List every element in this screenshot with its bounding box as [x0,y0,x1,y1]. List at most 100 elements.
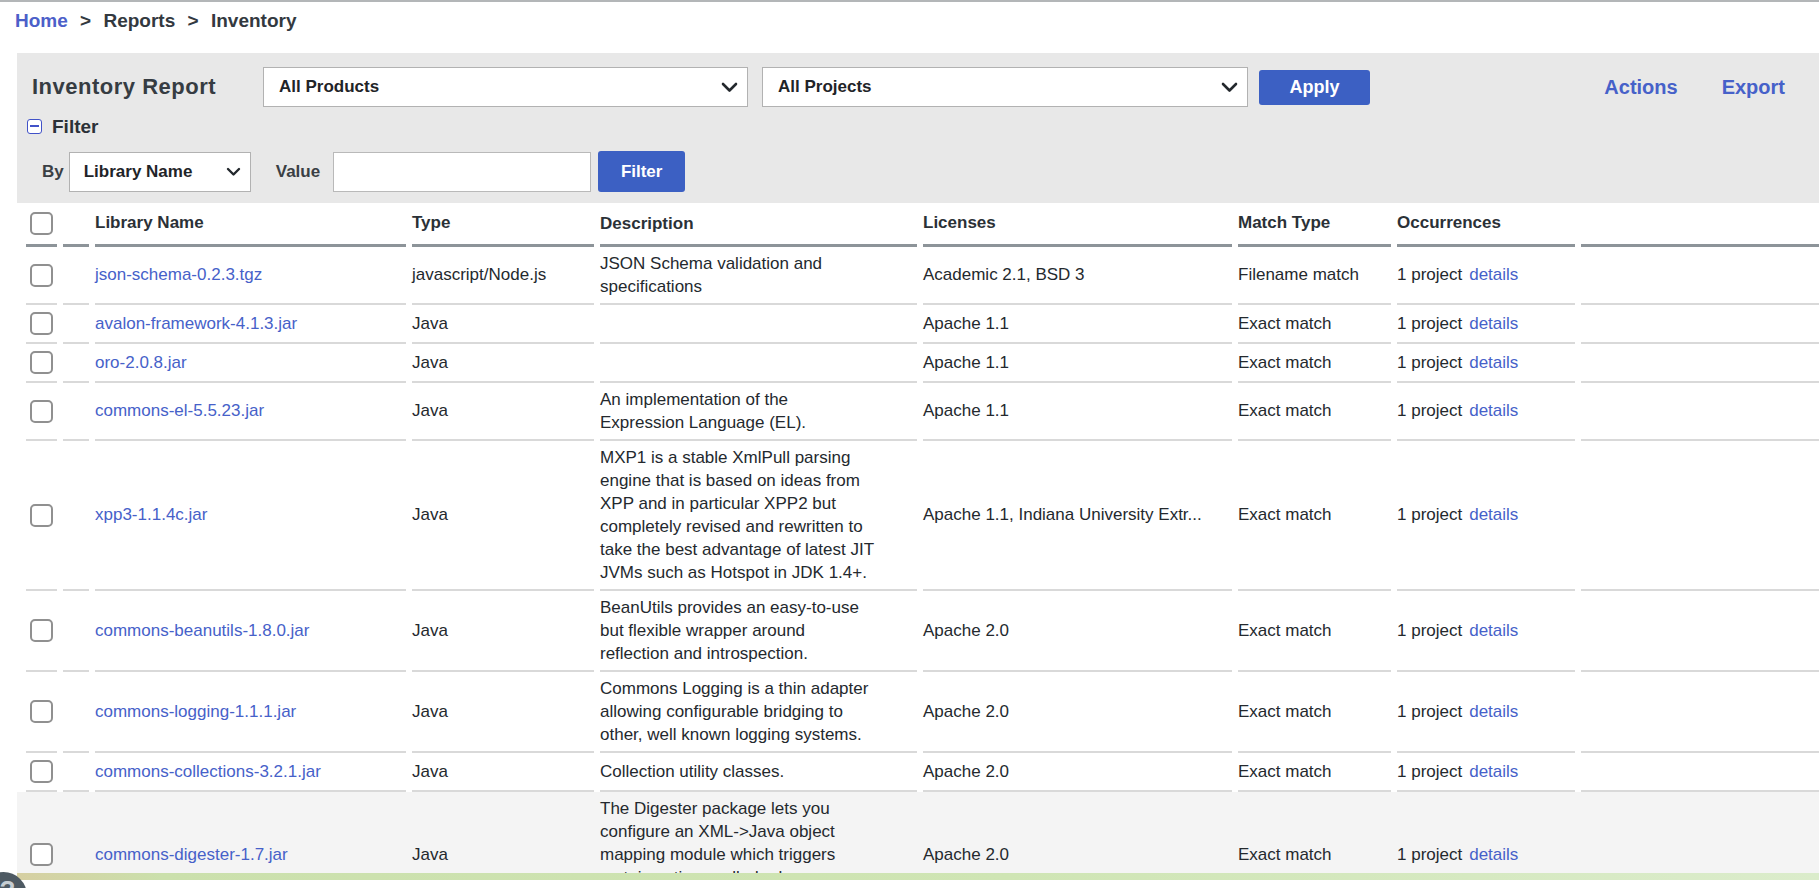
row-checkbox[interactable] [30,504,53,527]
filter-by-select-value: Library Name [84,162,193,182]
filter-value-input[interactable] [333,152,591,192]
occurrences-cell: 1 project details [1397,441,1575,591]
row-checkbox[interactable] [30,843,53,866]
licenses-cell: Apache 2.0 [923,591,1232,672]
licenses-cell: Apache 1.1, Indiana University Extr... [923,441,1232,591]
type-cell: Java [412,344,594,383]
collapse-filter-icon[interactable] [27,119,42,134]
type-cell: Java [412,305,594,344]
description-cell: BeanUtils provides an easy-to-use but fl… [600,591,917,672]
description-cell: Collection utility classes. [600,753,917,792]
export-link[interactable]: Export [1722,76,1785,99]
column-header-licenses[interactable]: Licenses [923,202,1232,247]
row-checkbox[interactable] [30,312,53,335]
licenses-cell: Apache 2.0 [923,792,1232,879]
filter-button[interactable]: Filter [598,151,685,192]
projects-select[interactable]: All Projects [762,67,1248,107]
details-link[interactable]: details [1469,314,1518,334]
row-spacer [63,247,89,305]
column-header-occurrences[interactable]: Occurrences [1397,202,1575,247]
details-link[interactable]: details [1469,353,1518,373]
details-link[interactable]: details [1469,265,1518,285]
details-link[interactable]: details [1469,621,1518,641]
details-link[interactable]: details [1469,505,1518,525]
products-select[interactable]: All Products [263,67,748,107]
table-row: commons-el-5.5.23.jar Java An implementa… [17,383,1819,441]
type-cell: Java [412,441,594,591]
breadcrumb: Home > Reports > Inventory [0,2,1819,32]
row-filler [1581,247,1819,305]
chevron-down-icon [1221,82,1238,93]
breadcrumb-inventory: Inventory [211,10,297,31]
match-type-cell: Exact match [1238,441,1391,591]
library-name-link[interactable]: oro-2.0.8.jar [95,353,187,373]
library-name-link[interactable]: json-schema-0.2.3.tgz [95,265,262,285]
row-checkbox[interactable] [30,619,53,642]
row-checkbox[interactable] [30,700,53,723]
description-cell: MXP1 is a stable XmlPull parsing engine … [600,441,917,591]
library-name-link[interactable]: xpp3-1.1.4c.jar [95,505,207,525]
details-link[interactable]: details [1469,762,1518,782]
breadcrumb-separator: > [181,10,206,31]
match-type-cell: Exact match [1238,792,1391,879]
library-name-link[interactable]: commons-digester-1.7.jar [95,845,288,865]
description-cell [600,305,917,344]
table-row: commons-collections-3.2.1.jar Java Colle… [17,753,1819,792]
details-link[interactable]: details [1469,401,1518,421]
occurrences-count: 1 project [1397,401,1462,421]
occurrences-count: 1 project [1397,762,1462,782]
occurrences-cell: 1 project details [1397,247,1575,305]
table-row: xpp3-1.1.4c.jar Java MXP1 is a stable Xm… [17,441,1819,591]
inventory-table: Library Name Type Description Licenses M… [17,202,1819,879]
row-checkbox[interactable] [30,400,53,423]
licenses-cell: Apache 1.1 [923,383,1232,441]
library-name-link[interactable]: commons-el-5.5.23.jar [95,401,264,421]
type-cell: Java [412,383,594,441]
row-checkbox[interactable] [30,760,53,783]
bottom-highlight-strip [17,873,1819,880]
column-header-match-type[interactable]: Match Type [1238,202,1391,247]
row-spacer [63,344,89,383]
type-cell: Java [412,753,594,792]
description-cell: The Digester package lets you configure … [600,792,917,879]
row-filler [1581,383,1819,441]
library-name-link[interactable]: commons-collections-3.2.1.jar [95,762,321,782]
occurrences-count: 1 project [1397,265,1462,285]
description-cell [600,344,917,383]
select-all-checkbox[interactable] [30,212,53,235]
match-type-cell: Filename match [1238,247,1391,305]
match-type-cell: Exact match [1238,672,1391,753]
filter-by-label: By [42,162,64,182]
library-name-link[interactable]: commons-beanutils-1.8.0.jar [95,621,309,641]
table-header-row: Library Name Type Description Licenses M… [17,202,1819,247]
column-header-description[interactable]: Description [600,202,917,247]
column-header-library-name[interactable]: Library Name [95,202,406,247]
type-cell: Java [412,672,594,753]
occurrences-cell: 1 project details [1397,305,1575,344]
type-cell: Java [412,591,594,672]
row-checkbox[interactable] [30,264,53,287]
occurrences-count: 1 project [1397,353,1462,373]
report-header-panel: Inventory Report All Products All Projec… [17,53,1819,203]
chevron-down-icon [226,167,241,177]
filter-by-select[interactable]: Library Name [69,152,251,192]
row-filler [1581,305,1819,344]
column-header-type[interactable]: Type [412,202,594,247]
library-name-link[interactable]: avalon-framework-4.1.3.jar [95,314,297,334]
breadcrumb-home-link[interactable]: Home [15,10,68,31]
products-select-value: All Products [279,77,379,97]
actions-link[interactable]: Actions [1604,76,1677,99]
library-name-link[interactable]: commons-logging-1.1.1.jar [95,702,296,722]
header-spacer [63,202,89,247]
details-link[interactable]: details [1469,702,1518,722]
description-cell: JSON Schema validation and specification… [600,247,917,305]
row-filler [1581,441,1819,591]
row-filler [1581,591,1819,672]
row-spacer [63,591,89,672]
row-checkbox[interactable] [30,351,53,374]
details-link[interactable]: details [1469,845,1518,865]
apply-button[interactable]: Apply [1259,70,1370,105]
table-row: commons-beanutils-1.8.0.jar Java BeanUti… [17,591,1819,672]
chevron-down-icon [721,82,738,93]
occurrences-count: 1 project [1397,702,1462,722]
